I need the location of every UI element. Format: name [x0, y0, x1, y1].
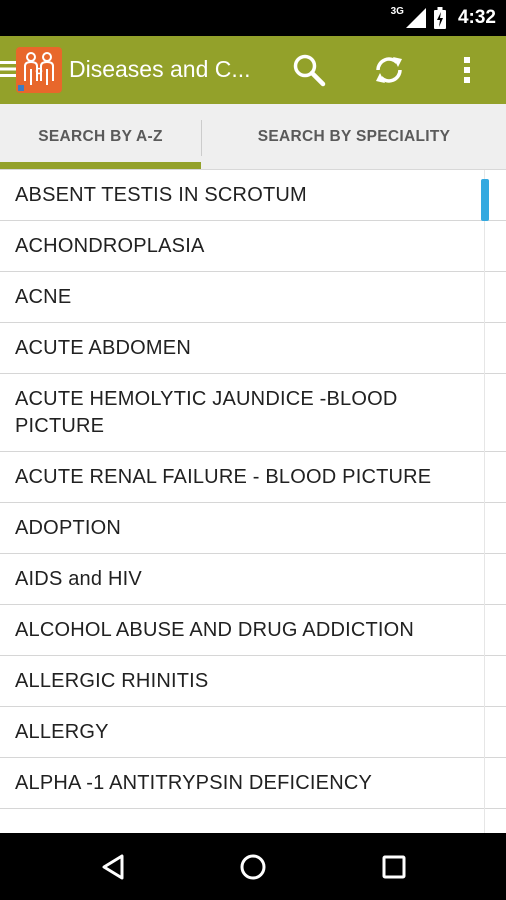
scrollbar-track: [484, 170, 485, 833]
navigation-bar: [0, 833, 506, 900]
list-item[interactable]: ABSENT TESTIS IN SCROTUM: [0, 170, 506, 221]
family-logo-icon: [18, 52, 54, 91]
list-item[interactable]: ALLERGIC RHINITIS: [0, 656, 506, 707]
app-bar: Diseases and C...: [0, 36, 506, 104]
list-item[interactable]: ADOPTION: [0, 503, 506, 554]
disease-list[interactable]: ABSENT TESTIS IN SCROTUM ACHONDROPLASIA …: [0, 170, 506, 833]
list-item[interactable]: ALLERGY: [0, 707, 506, 758]
status-bar: 3G 4:32: [0, 0, 506, 36]
app-logo[interactable]: [16, 47, 62, 93]
home-icon[interactable]: [237, 851, 269, 883]
hamburger-menu-icon[interactable]: [0, 60, 16, 78]
refresh-icon: [376, 57, 402, 83]
tab-search-by-a-z[interactable]: SEARCH BY A-Z: [0, 104, 201, 170]
list-item[interactable]: ACHONDROPLASIA: [0, 221, 506, 272]
list-item[interactable]: ALPHA -1 ANTITRYPSIN DEFICIENCY: [0, 758, 506, 809]
list-item[interactable]: ACUTE ABDOMEN: [0, 323, 506, 374]
signal-icon: [405, 8, 426, 28]
overflow-menu-button[interactable]: [447, 50, 487, 90]
overflow-menu-icon: [464, 57, 470, 83]
back-icon[interactable]: [98, 851, 130, 883]
recents-icon[interactable]: [378, 851, 410, 883]
list-item[interactable]: ALCOHOL ABUSE AND DRUG ADDICTION: [0, 605, 506, 656]
status-icons: 3G 4:32: [391, 0, 496, 36]
app-title: Diseases and C...: [69, 56, 251, 82]
refresh-button[interactable]: [369, 50, 409, 90]
search-button[interactable]: [289, 50, 329, 90]
selected-tab-indicator: [0, 162, 201, 169]
list-item[interactable]: ACUTE RENAL FAILURE - BLOOD PICTURE: [0, 452, 506, 503]
list-item[interactable]: ACNE: [0, 272, 506, 323]
search-icon: [293, 54, 326, 87]
network-type: 3G: [390, 5, 404, 17]
tab-search-by-speciality[interactable]: SEARCH BY SPECIALITY: [202, 104, 506, 170]
tab-bar: SEARCH BY A-Z SEARCH BY SPECIALITY: [0, 104, 506, 170]
status-time: 4:32: [457, 7, 496, 28]
list-item[interactable]: ACUTE HEMOLYTIC JAUNDICE -BLOOD PICTURE: [0, 374, 506, 452]
scrollbar-thumb[interactable]: [481, 179, 489, 221]
battery-icon: [433, 7, 446, 29]
list-item[interactable]: AIDS and HIV: [0, 554, 506, 605]
